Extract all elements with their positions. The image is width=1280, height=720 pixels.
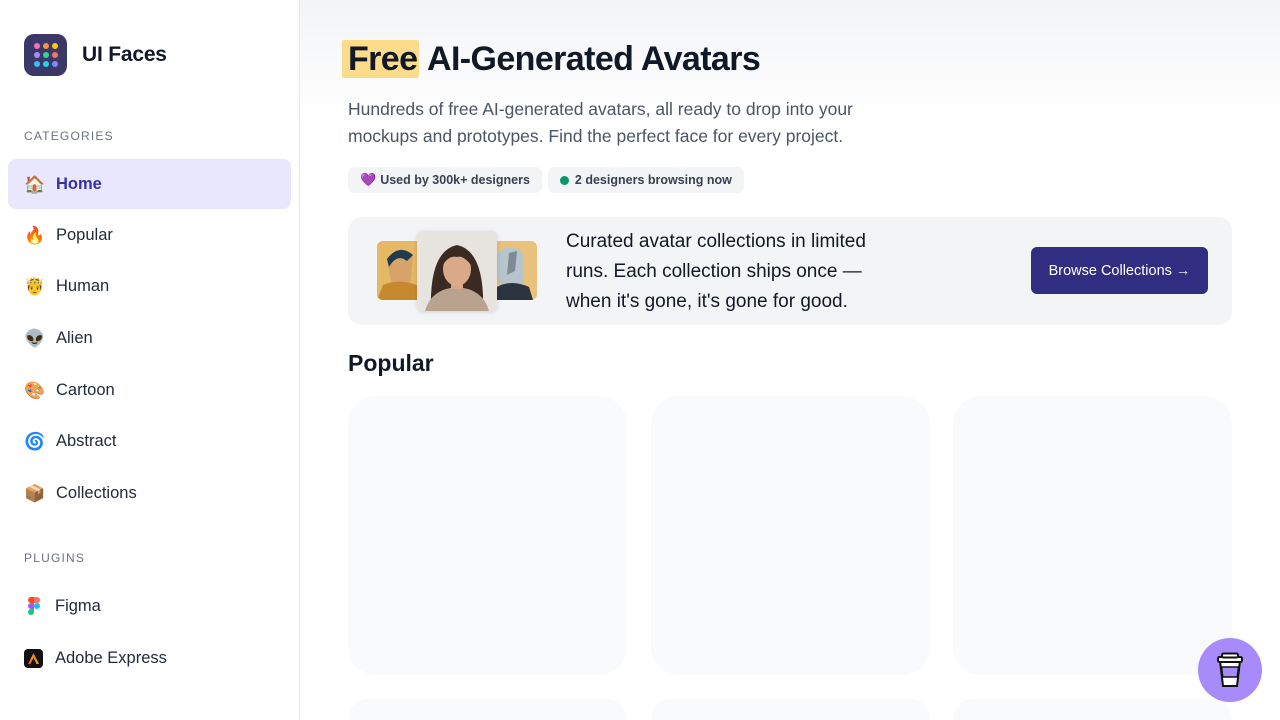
page-title: Free AI-Generated Avatars [342, 37, 761, 81]
sidebar-item-home[interactable]: 🏠 Home [8, 159, 291, 209]
sidebar: UI Faces CATEGORIES 🏠 Home 🔥 Popular 🤴 H… [0, 0, 300, 720]
sidebar-item-label: Home [56, 174, 102, 193]
avatar-card-placeholder[interactable] [348, 396, 627, 675]
sidebar-item-label: Alien [56, 328, 93, 347]
sidebar-item-figma[interactable]: Figma [8, 581, 291, 631]
sidebar-item-label: Popular [56, 225, 113, 244]
sidebar-item-label: Adobe Express [55, 648, 167, 667]
package-icon: 📦 [24, 483, 46, 503]
alien-icon: 👽 [24, 328, 46, 348]
sidebar-item-adobe-express[interactable]: Adobe Express [8, 633, 291, 683]
sidebar-item-collections[interactable]: 📦 Collections [8, 468, 291, 518]
sidebar-item-label: Abstract [56, 431, 117, 450]
buy-me-a-coffee-button[interactable] [1198, 638, 1262, 702]
online-dot-icon [559, 175, 569, 185]
avatar-thumbnail-center [417, 231, 497, 311]
sidebar-item-popular[interactable]: 🔥 Popular [8, 210, 291, 260]
avatar-card-placeholder[interactable] [953, 396, 1232, 675]
browsing-badge: 2 designers browsing now [547, 167, 744, 193]
brand[interactable]: UI Faces [24, 34, 167, 76]
browsing-badge-label: 2 designers browsing now [574, 173, 732, 187]
sidebar-item-label: Cartoon [56, 380, 115, 399]
title-rest: AI-Generated Avatars [419, 40, 761, 78]
house-icon: 🏠 [24, 174, 46, 194]
sidebar-item-cartoon[interactable]: 🎨 Cartoon [8, 365, 291, 415]
cyclone-icon: 🌀 [24, 431, 46, 451]
browse-collections-button[interactable]: Browse Collections → [1031, 247, 1208, 294]
purple-heart-icon: 💜 [360, 172, 377, 187]
collections-promo: Curated avatar collections in limited ru… [348, 217, 1232, 325]
coffee-cup-icon [1217, 652, 1243, 687]
fire-icon: 🔥 [24, 225, 46, 245]
figma-icon [24, 597, 43, 616]
users-badge-label: Used by 300k+ designers [380, 173, 530, 187]
title-highlight: Free [342, 40, 420, 78]
avatar-card-placeholder[interactable] [348, 699, 627, 720]
plugins-title: PLUGINS [24, 551, 86, 565]
face-icon: 🤴 [24, 276, 46, 296]
main-content: Free AI-Generated Avatars Hundreds of fr… [300, 0, 1280, 720]
avatar-card-placeholder[interactable] [651, 699, 930, 720]
popular-heading: Popular [348, 350, 434, 376]
adobe-express-icon [24, 648, 43, 668]
users-badge: 💜 Used by 300k+ designers [348, 167, 542, 193]
sidebar-item-alien[interactable]: 👽 Alien [8, 313, 291, 363]
palette-icon: 🎨 [24, 380, 46, 400]
avatar-card-placeholder[interactable] [953, 699, 1232, 720]
sidebar-item-label: Figma [55, 596, 101, 615]
brand-name: UI Faces [82, 43, 167, 66]
promo-text: Curated avatar collections in limited ru… [566, 231, 866, 312]
sidebar-item-label: Collections [56, 483, 137, 502]
sidebar-item-abstract[interactable]: 🌀 Abstract [8, 416, 291, 466]
page-subtitle: Hundreds of free AI-generated avatars, a… [348, 99, 853, 146]
ui-faces-logo-icon [24, 34, 67, 76]
sidebar-item-label: Human [56, 276, 110, 295]
avatar-card-placeholder[interactable] [651, 396, 930, 675]
sidebar-item-human[interactable]: 🤴 Human [8, 261, 291, 311]
badges: 💜 Used by 300k+ designers 2 designers br… [348, 167, 744, 193]
categories-title: CATEGORIES [24, 129, 114, 143]
